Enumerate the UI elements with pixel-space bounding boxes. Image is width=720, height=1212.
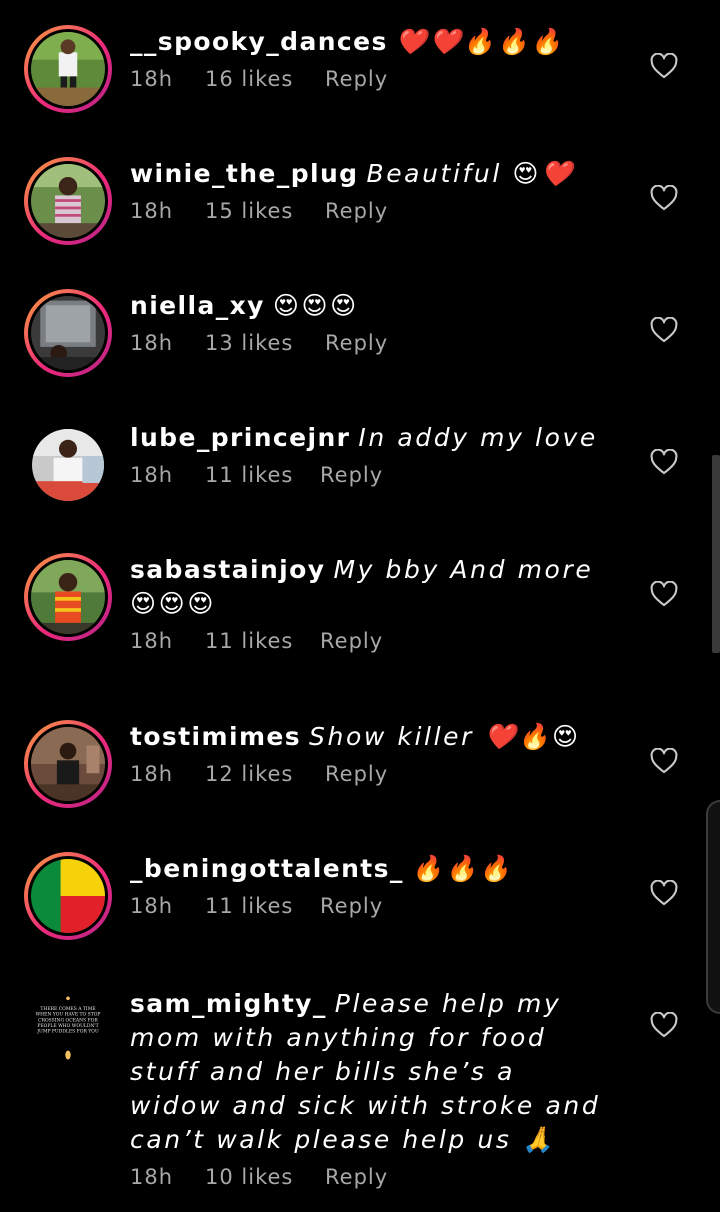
comment-text: Show killer ❤️🔥😍	[309, 722, 581, 751]
comment-likes[interactable]: 13 likes	[205, 331, 325, 355]
avatar	[31, 859, 105, 933]
avatar[interactable]: THERE COMES A TIME WHEN YOU HAVE TO STOP…	[24, 984, 112, 1072]
comment-username[interactable]: sabastainjoy	[130, 555, 325, 584]
comment-username[interactable]: _beningottalents_	[130, 854, 404, 883]
comment-likes[interactable]: 11 likes	[205, 629, 320, 653]
reply-button[interactable]: Reply	[320, 629, 383, 653]
heart-outline-icon[interactable]	[650, 1012, 678, 1038]
comment-time: 18h	[130, 67, 174, 91]
comment-likes[interactable]: 12 likes	[205, 762, 325, 786]
comment-time: 18h	[130, 762, 174, 786]
heart-outline-icon[interactable]	[650, 185, 678, 211]
heart-outline-icon[interactable]	[650, 449, 678, 475]
comment-text: 🔥🔥🔥	[411, 854, 513, 883]
avatar	[31, 727, 105, 801]
reply-button[interactable]: Reply	[325, 199, 388, 223]
avatar-image	[32, 429, 104, 501]
reply-button[interactable]: Reply	[320, 463, 383, 487]
avatar-story-ring[interactable]	[24, 289, 112, 377]
comment-username[interactable]: __spooky_dances	[130, 27, 388, 56]
reply-button[interactable]: Reply	[325, 762, 388, 786]
comment-time: 18h	[130, 463, 174, 487]
heart-outline-icon[interactable]	[650, 880, 678, 906]
avatar[interactable]	[24, 421, 112, 509]
avatar-story-ring[interactable]	[24, 852, 112, 940]
comment-time: 18h	[130, 629, 174, 653]
comment-username[interactable]: niella_xy	[130, 291, 265, 320]
avatar-story-ring[interactable]	[24, 553, 112, 641]
reply-button[interactable]: Reply	[320, 894, 383, 918]
comment-text: ❤️❤️🔥🔥🔥	[395, 27, 565, 56]
comment-likes[interactable]: 10 likes	[205, 1165, 325, 1189]
avatar-image: THERE COMES A TIME WHEN YOU HAVE TO STOP…	[32, 992, 104, 1064]
avatar	[31, 164, 105, 238]
avatar	[31, 296, 105, 370]
comment-username[interactable]: sam_mighty_	[130, 989, 327, 1018]
comment-time: 18h	[130, 331, 174, 355]
comment-time: 18h	[130, 894, 174, 918]
comment-text: In addy my love	[358, 423, 598, 452]
avatar	[31, 32, 105, 106]
avatar-story-ring[interactable]	[24, 157, 112, 245]
comment-likes[interactable]: 11 likes	[205, 463, 320, 487]
comment-time: 18h	[130, 199, 174, 223]
avatar-story-ring[interactable]	[24, 25, 112, 113]
comment-text: 😍😍😍	[272, 291, 359, 320]
comment-username[interactable]: lube_princejnr	[130, 423, 350, 452]
comment-username[interactable]: tostimimes	[130, 722, 301, 751]
comment-time: 18h	[130, 1165, 174, 1189]
avatar-story-ring[interactable]	[24, 720, 112, 808]
comment-likes[interactable]: 11 likes	[205, 894, 320, 918]
comment-likes[interactable]: 16 likes	[205, 67, 325, 91]
comment-text: Beautiful 😍❤️	[366, 159, 575, 188]
heart-outline-icon[interactable]	[650, 581, 678, 607]
heart-outline-icon[interactable]	[650, 317, 678, 343]
comment-username[interactable]: winie_the_plug	[130, 159, 358, 188]
heart-outline-icon[interactable]	[650, 53, 678, 79]
reply-button[interactable]: Reply	[325, 331, 388, 355]
heart-outline-icon[interactable]	[650, 748, 678, 774]
reply-button[interactable]: Reply	[325, 1165, 388, 1189]
scrollbar[interactable]	[712, 455, 720, 653]
avatar	[31, 560, 105, 634]
comment-likes[interactable]: 15 likes	[205, 199, 325, 223]
avatar-quote-text: THERE COMES A TIME WHEN YOU HAVE TO STOP…	[35, 1006, 101, 1035]
edge-panel-handle[interactable]	[706, 800, 720, 1014]
reply-button[interactable]: Reply	[325, 67, 388, 91]
